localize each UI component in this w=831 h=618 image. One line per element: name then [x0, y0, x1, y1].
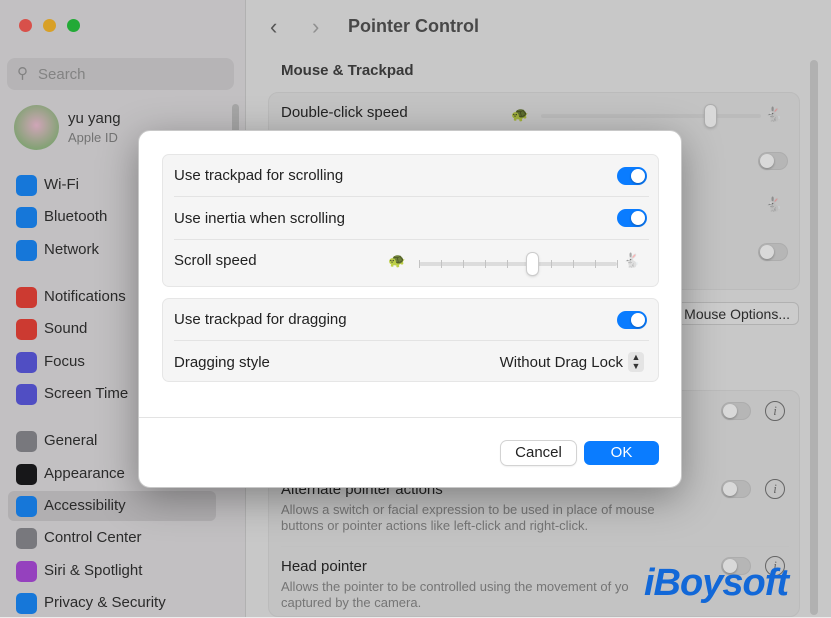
drag-style-select[interactable]: Without Drag Lock ▲ ▼: [500, 352, 644, 372]
turtle-icon: 🐢: [388, 252, 406, 268]
drag-style-value: Without Drag Lock: [499, 353, 623, 371]
scroll-trackpad-toggle[interactable]: [617, 167, 647, 185]
divider: [174, 239, 649, 240]
dragging-group: Use trackpad for dragging Dragging style…: [162, 298, 659, 382]
slider-tick: [551, 260, 552, 268]
divider: [139, 417, 681, 418]
scroll-speed-slider[interactable]: [419, 260, 618, 268]
scroll-trackpad-label: Use trackpad for scrolling: [174, 167, 344, 184]
slider-tick: [507, 260, 508, 268]
drag-style-label: Dragging style: [174, 354, 270, 371]
slider-tick: [441, 260, 442, 268]
iboysoft-watermark: iBoysoft: [644, 562, 789, 604]
slider-tick: [463, 260, 464, 268]
chevron-updown-icon: ▲ ▼: [628, 352, 644, 372]
slider-tick: [419, 260, 420, 268]
slider-tick: [485, 260, 486, 268]
divider: [174, 340, 649, 341]
ok-button[interactable]: OK: [584, 441, 659, 465]
inertia-toggle[interactable]: [617, 209, 647, 227]
drag-trackpad-toggle[interactable]: [617, 311, 647, 329]
slider-tick: [617, 260, 618, 268]
scroll-speed-knob[interactable]: [526, 253, 538, 275]
slider-tick: [573, 260, 574, 268]
scroll-speed-label: Scroll speed: [174, 252, 257, 269]
cancel-button[interactable]: Cancel: [501, 441, 576, 465]
slider-tick: [595, 260, 596, 268]
rabbit-icon: 🐇: [623, 252, 641, 268]
divider: [174, 196, 649, 197]
scrolling-group: Use trackpad for scrolling Use inertia w…: [162, 154, 659, 287]
drag-trackpad-label: Use trackpad for dragging: [174, 311, 347, 328]
inertia-label: Use inertia when scrolling: [174, 210, 345, 227]
trackpad-options-dialog: Use trackpad for scrolling Use inertia w…: [138, 130, 682, 488]
